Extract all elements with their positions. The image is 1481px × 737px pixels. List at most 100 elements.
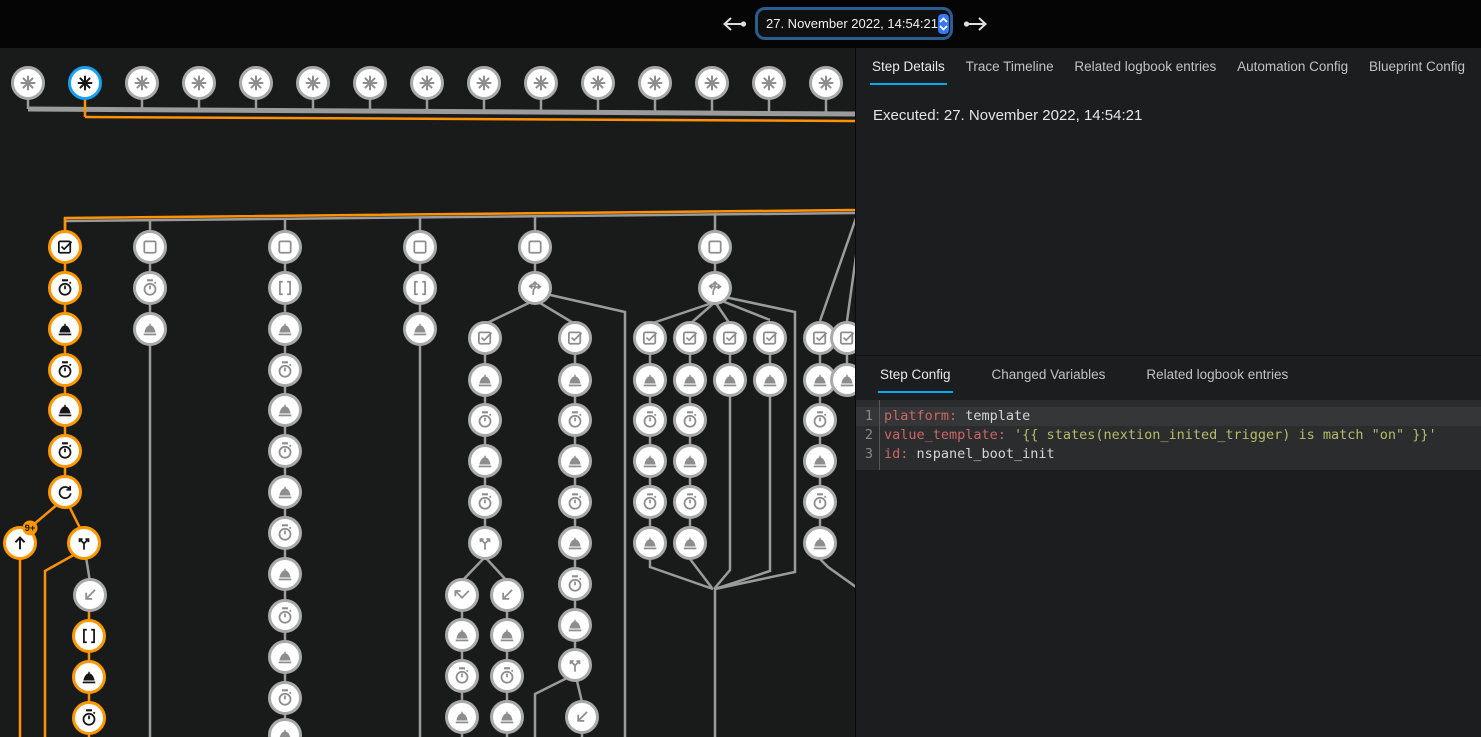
tab-blueprint-config[interactable]: Blueprint Config (1367, 57, 1467, 85)
node-timer-icon[interactable] (560, 487, 591, 518)
node-timer-icon[interactable] (135, 273, 166, 304)
trigger-node-asterisk-icon[interactable] (241, 68, 272, 99)
node-square-icon[interactable] (270, 232, 301, 263)
node-checkbox-marked-icon[interactable] (675, 323, 706, 354)
trigger-node-asterisk-icon[interactable] (526, 68, 557, 99)
node-checkbox-marked-icon[interactable] (50, 232, 81, 263)
tab-related-logbook-entries-sub[interactable]: Related logbook entries (1144, 365, 1290, 393)
node-timer-icon[interactable] (675, 405, 706, 436)
trigger-node-asterisk-icon[interactable] (13, 68, 44, 99)
node-timer-icon[interactable] (74, 703, 105, 734)
node-checkbox-marked-icon[interactable] (832, 323, 856, 354)
node-brackets-icon[interactable] (270, 273, 301, 304)
node-call-missed-icon[interactable] (447, 580, 478, 611)
node-dome-icon[interactable] (635, 528, 666, 559)
node-dome-icon[interactable] (675, 365, 706, 396)
node-timer-icon[interactable] (447, 661, 478, 692)
node-arrow-decision-icon[interactable] (700, 273, 731, 304)
trigger-node-asterisk-icon[interactable] (697, 68, 728, 99)
node-timer-icon[interactable] (675, 487, 706, 518)
trigger-node-asterisk-icon[interactable] (298, 68, 329, 99)
node-timer-icon[interactable] (270, 601, 301, 632)
next-trace-icon[interactable] (962, 15, 988, 33)
node-refresh-icon[interactable] (50, 477, 81, 508)
tab-automation-config[interactable]: Automation Config (1235, 57, 1350, 85)
node-call-received-icon[interactable] (567, 702, 598, 733)
tab-step-config[interactable]: Step Config (878, 365, 953, 393)
node-timer-icon[interactable] (635, 487, 666, 518)
node-timer-icon[interactable] (270, 355, 301, 386)
node-timer-icon[interactable] (50, 355, 81, 386)
node-timer-icon[interactable] (270, 518, 301, 549)
trigger-node-asterisk-icon[interactable] (640, 68, 671, 99)
node-call-received-icon[interactable] (75, 580, 106, 611)
node-timer-icon[interactable] (50, 273, 81, 304)
node-timer-icon[interactable] (270, 436, 301, 467)
trigger-node-asterisk-icon[interactable] (127, 68, 158, 99)
node-dome-icon[interactable] (560, 365, 591, 396)
node-dome-icon[interactable] (635, 365, 666, 396)
trigger-node-asterisk-icon[interactable] (355, 68, 386, 99)
node-dome-icon[interactable] (50, 395, 81, 426)
node-call-split-icon[interactable] (560, 650, 591, 681)
node-timer-icon[interactable] (492, 661, 523, 692)
trigger-node-asterisk-icon[interactable] (583, 68, 614, 99)
node-dome-icon[interactable] (492, 620, 523, 651)
node-dome-icon[interactable] (270, 395, 301, 426)
node-dome-icon[interactable] (492, 702, 523, 733)
node-arrow-decision-icon[interactable] (520, 273, 551, 304)
node-dome-icon[interactable] (447, 702, 478, 733)
tab-step-details[interactable]: Step Details (870, 57, 947, 85)
node-dome-icon[interactable] (635, 446, 666, 477)
node-dome-icon[interactable] (805, 528, 836, 559)
node-dome-icon[interactable] (832, 365, 856, 396)
node-dome-icon[interactable] (270, 642, 301, 673)
stepper-icon[interactable] (938, 14, 949, 34)
node-call-split-icon[interactable] (470, 528, 501, 559)
node-timer-icon[interactable] (805, 487, 836, 518)
node-dome-icon[interactable] (560, 528, 591, 559)
node-checkbox-marked-icon[interactable] (635, 323, 666, 354)
node-square-icon[interactable] (405, 232, 436, 263)
node-square-icon[interactable] (520, 232, 551, 263)
node-timer-icon[interactable] (50, 436, 81, 467)
node-dome-icon[interactable] (270, 559, 301, 590)
node-dome-icon[interactable] (74, 662, 105, 693)
trigger-node-asterisk-icon[interactable] (469, 68, 500, 99)
node-dome-icon[interactable] (50, 314, 81, 345)
node-dome-icon[interactable] (675, 528, 706, 559)
tab-trace-timeline[interactable]: Trace Timeline (964, 57, 1056, 85)
trigger-node-asterisk-icon[interactable] (811, 68, 842, 99)
node-timer-icon[interactable] (270, 683, 301, 714)
trace-picker[interactable]: 27. November 2022, 14:54:21 (758, 10, 950, 37)
node-timer-icon[interactable] (805, 405, 836, 436)
node-timer-icon[interactable] (470, 405, 501, 436)
node-dome-icon[interactable] (270, 477, 301, 508)
node-square-icon[interactable] (135, 232, 166, 263)
node-timer-icon[interactable] (560, 569, 591, 600)
node-timer-icon[interactable] (560, 405, 591, 436)
trigger-node-asterisk-icon[interactable] (412, 68, 443, 99)
node-checkbox-marked-icon[interactable] (560, 323, 591, 354)
node-square-icon[interactable] (700, 232, 731, 263)
node-call-split-icon[interactable] (69, 528, 100, 559)
node-brackets-icon[interactable] (74, 621, 105, 652)
node-dome-icon[interactable] (270, 720, 301, 737)
node-call-received-icon[interactable] (492, 580, 523, 611)
node-dome-icon[interactable] (470, 365, 501, 396)
trigger-node-asterisk-icon[interactable] (70, 68, 101, 99)
trigger-node-asterisk-icon[interactable] (754, 68, 785, 99)
trigger-node-asterisk-icon[interactable] (184, 68, 215, 99)
tab-changed-variables[interactable]: Changed Variables (990, 365, 1108, 393)
node-brackets-icon[interactable] (405, 273, 436, 304)
node-timer-icon[interactable] (470, 487, 501, 518)
node-dome-icon[interactable] (755, 365, 786, 396)
previous-trace-icon[interactable] (722, 15, 748, 33)
node-dome-icon[interactable] (560, 610, 591, 641)
node-dome-icon[interactable] (405, 314, 436, 345)
node-checkbox-marked-icon[interactable] (470, 323, 501, 354)
node-checkbox-marked-icon[interactable] (755, 323, 786, 354)
node-dome-icon[interactable] (470, 446, 501, 477)
node-dome-icon[interactable] (805, 446, 836, 477)
node-dome-icon[interactable] (560, 446, 591, 477)
